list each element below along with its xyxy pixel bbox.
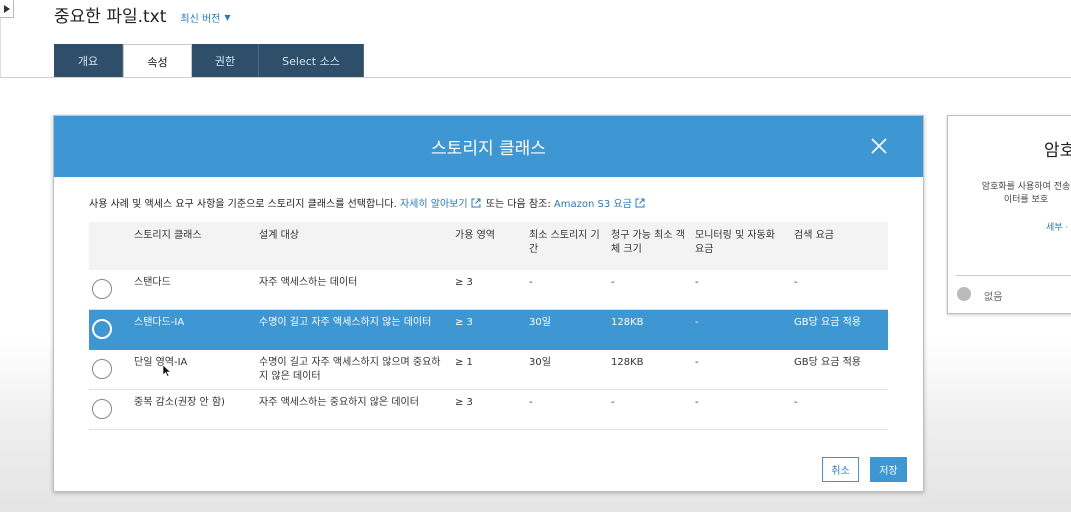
mouse-cursor-icon xyxy=(163,365,171,377)
cell-monitoring: - xyxy=(695,357,699,368)
cell-monitoring: - xyxy=(695,317,699,328)
encryption-description: 암호화를 사용하여 전송 이터를 보호 xyxy=(981,182,1071,205)
col-retrieval: 검색 요금 xyxy=(794,230,834,241)
encryption-panel: 암호 암호화를 사용하여 전송 이터를 보호 세부 · 없음 xyxy=(947,115,1071,314)
table-row-one-zone-ia[interactable]: 단일 영역-IA 수명이 길고 자주 액세스하지 않으며 중요하 지 않은 데이터… xyxy=(89,350,888,390)
tab-underline xyxy=(0,77,1071,78)
tab-overview[interactable]: 개요 xyxy=(54,44,123,77)
table-row-standard[interactable]: 스탠다드 자주 액세스하는 데이터 ≥ 3 - - - - xyxy=(89,270,888,310)
chevron-down-icon: ▼ xyxy=(224,13,231,22)
version-dropdown[interactable]: 최신 버전 ▼ xyxy=(180,10,230,25)
encryption-title: 암호 xyxy=(1044,141,1071,161)
table-row-standard-ia[interactable]: 스탠다드-IA 수명이 길고 자주 액세스하지 않는 데이터 ≥ 3 30일 1… xyxy=(89,310,888,350)
col-min-storage: 최소 스토리지 기간 xyxy=(529,230,600,255)
cell-az: ≥ 1 xyxy=(455,357,473,368)
save-button[interactable]: 저장 xyxy=(870,457,907,482)
caret-right-icon xyxy=(3,4,10,13)
cell-min-object: 128KB xyxy=(611,317,644,328)
description-text: 사용 사례 및 액세스 요구 사항을 기준으로 스토리지 클래스를 선택합니다. xyxy=(89,199,397,210)
storage-class-modal: 스토리지 클래스 사용 사례 및 액세스 요구 사항을 기준으로 스토리지 클래… xyxy=(53,115,924,492)
external-link-icon xyxy=(471,198,481,208)
cancel-button[interactable]: 취소 xyxy=(822,457,859,482)
expand-arrow-button[interactable] xyxy=(0,0,14,18)
radio-button[interactable] xyxy=(92,359,112,379)
divider xyxy=(956,275,1071,276)
cell-retrieval: GB당 요금 적용 xyxy=(794,317,861,328)
col-min-object-size: 청구 가능 최소 객체 크기 xyxy=(611,230,685,255)
cell-retrieval: GB당 요금 적용 xyxy=(794,357,861,368)
cell-min-object: 128KB xyxy=(611,357,644,368)
radio-button-none[interactable] xyxy=(957,287,971,301)
tab-permissions[interactable]: 권한 xyxy=(192,44,259,77)
col-availability-zones: 가용 영역 xyxy=(455,230,495,241)
modal-title: 스토리지 클래스 xyxy=(431,139,546,159)
cell-min-storage: - xyxy=(529,277,533,288)
cell-designed-for: 자주 액세스하는 중요하지 않은 데이터 xyxy=(259,397,419,408)
cell-monitoring: - xyxy=(695,397,699,408)
encryption-details-link[interactable]: 세부 · xyxy=(1046,220,1068,233)
tab-select-source[interactable]: Select 소스 xyxy=(259,44,364,77)
tab-label: 권한 xyxy=(214,54,236,68)
tab-label: 개요 xyxy=(77,54,99,68)
file-name: 중요한 파일.txt xyxy=(54,7,167,27)
radio-button-selected[interactable] xyxy=(92,319,112,339)
tab-properties[interactable]: 속성 xyxy=(123,44,192,78)
tab-bar: 개요 속성 권한 Select 소스 xyxy=(54,44,364,78)
cell-az: ≥ 3 xyxy=(455,397,473,408)
cell-min-object: - xyxy=(611,277,615,288)
cell-min-storage: 30일 xyxy=(529,357,551,368)
cell-designed-for: 수명이 길고 자주 액세스하지 않으며 중요하 지 않은 데이터 xyxy=(259,357,441,382)
cell-designed-for: 수명이 길고 자주 액세스하지 않는 데이터 xyxy=(259,317,432,328)
tab-label: Select 소스 xyxy=(282,54,340,68)
cell-storage-class: 스탠다드-IA xyxy=(134,317,185,328)
tab-label: 속성 xyxy=(147,55,168,69)
storage-class-table: 스토리지 클래스 설계 대상 가용 영역 최소 스토리지 기간 청구 가능 최소… xyxy=(89,222,888,430)
learn-more-link[interactable]: 자세히 알아보기 xyxy=(400,199,468,210)
cell-min-storage: - xyxy=(529,397,533,408)
modal-description: 사용 사례 및 액세스 요구 사항을 기준으로 스토리지 클래스를 선택합니다.… xyxy=(89,195,647,210)
description-mid-text: 또는 다음 참조: xyxy=(485,199,551,210)
cell-storage-class: 단일 영역-IA xyxy=(134,357,188,368)
radio-button[interactable] xyxy=(92,399,112,419)
table-header: 스토리지 클래스 설계 대상 가용 영역 최소 스토리지 기간 청구 가능 최소… xyxy=(89,222,888,270)
external-link-icon xyxy=(635,198,645,208)
close-icon[interactable] xyxy=(869,136,889,156)
cell-retrieval: - xyxy=(794,397,798,408)
pricing-link[interactable]: Amazon S3 요금 xyxy=(554,199,632,210)
cell-az: ≥ 3 xyxy=(455,317,473,328)
cell-min-storage: 30일 xyxy=(529,317,551,328)
cell-az: ≥ 3 xyxy=(455,277,473,288)
file-title: 중요한 파일.txt 최신 버전 ▼ xyxy=(54,2,231,27)
cell-retrieval: - xyxy=(794,277,798,288)
col-storage-class: 스토리지 클래스 xyxy=(134,230,202,241)
radio-button[interactable] xyxy=(92,279,112,299)
option-none-label: 없음 xyxy=(984,292,1003,303)
version-label: 최신 버전 xyxy=(180,14,221,25)
col-designed-for: 설계 대상 xyxy=(259,230,299,241)
cell-designed-for: 자주 액세스하는 데이터 xyxy=(259,277,358,288)
cell-monitoring: - xyxy=(695,277,699,288)
cell-storage-class: 스탠다드 xyxy=(134,277,171,288)
cell-min-object: - xyxy=(611,397,615,408)
modal-header: 스토리지 클래스 xyxy=(54,116,923,177)
cell-storage-class: 중복 감소(권장 안 함) xyxy=(134,397,225,408)
table-row-reduced-redundancy[interactable]: 중복 감소(권장 안 함) 자주 액세스하는 중요하지 않은 데이터 ≥ 3 -… xyxy=(89,390,888,430)
col-monitoring: 모니터링 및 자동화 요금 xyxy=(695,230,775,255)
